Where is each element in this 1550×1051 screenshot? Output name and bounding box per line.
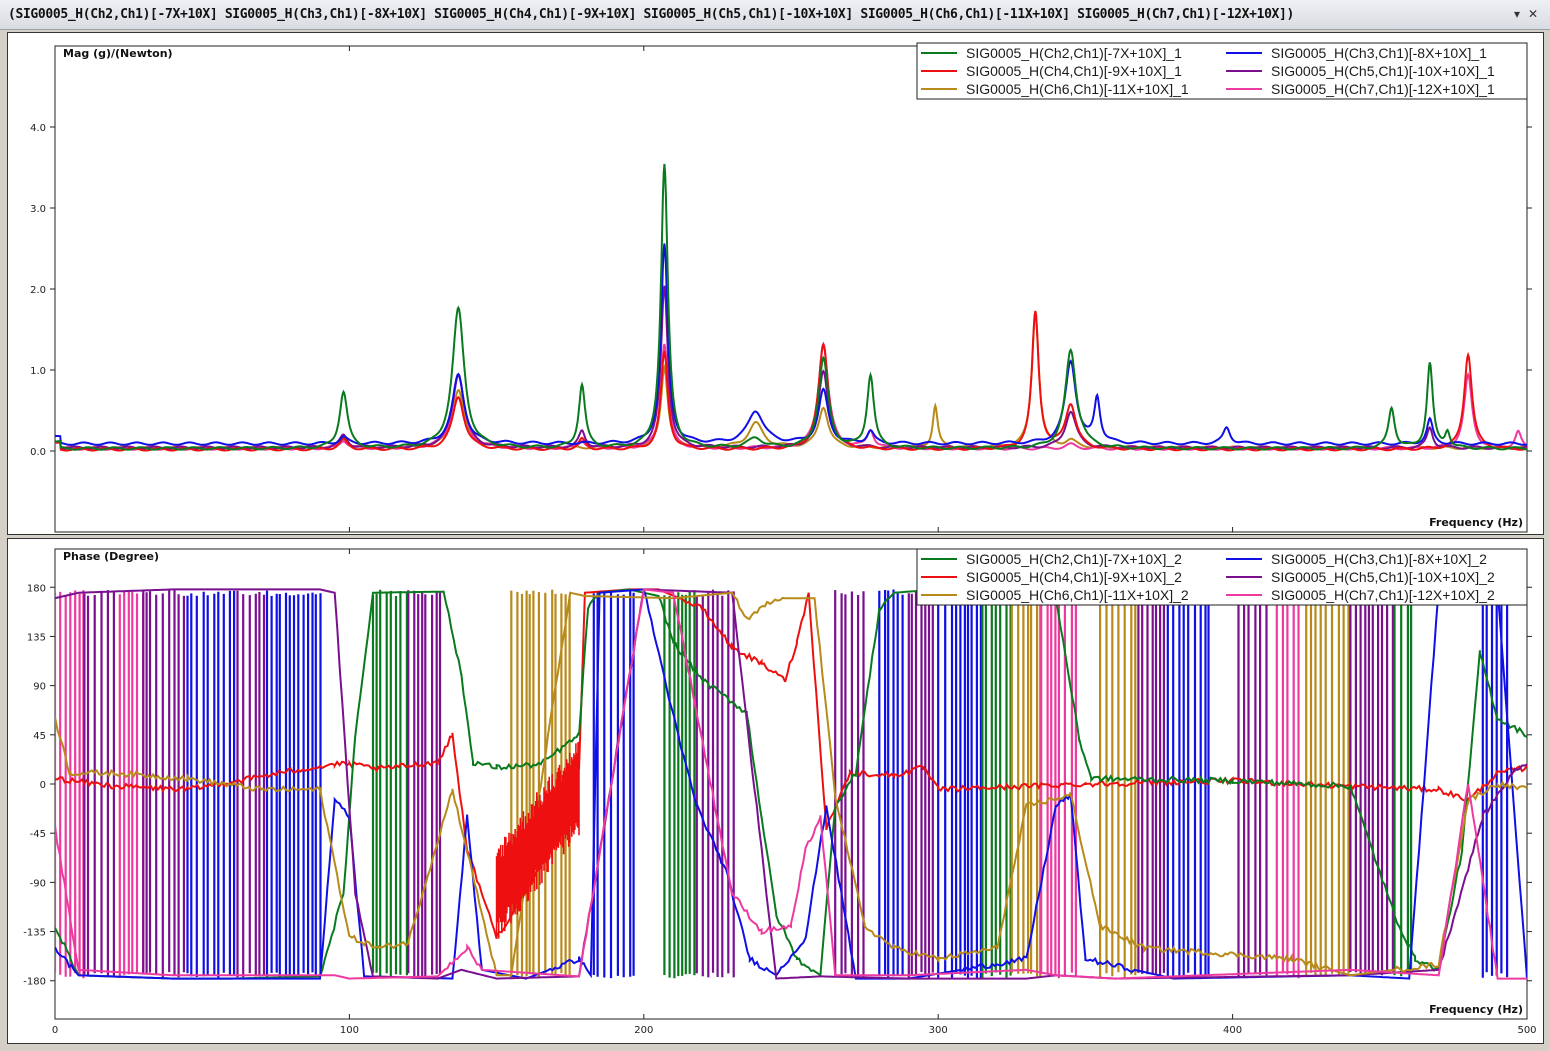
legend-label: SIG0005_H(Ch2,Ch1)[-7X+10X]_1 bbox=[966, 45, 1182, 61]
y-tick-label: 180 bbox=[27, 583, 46, 594]
magnitude-line-ch2 bbox=[55, 163, 1527, 451]
x-axis-title: Frequency (Hz) bbox=[1429, 516, 1523, 529]
legend-label: SIG0005_H(Ch4,Ch1)[-9X+10X]_2 bbox=[966, 569, 1182, 585]
phase-series bbox=[55, 588, 1527, 980]
dropdown-icon[interactable]: ▾ bbox=[1510, 6, 1524, 22]
magnitude-chart[interactable]: 0.0 1.0 2.0 3.0 4.0 Mag (g)/(Newton) Frequency… bbox=[8, 33, 1543, 534]
y-tick-label: -135 bbox=[23, 928, 46, 939]
phase-wrap-band-ch3 bbox=[937, 589, 982, 979]
x-tick-label: 100 bbox=[340, 1025, 359, 1036]
plot-area-border bbox=[54, 45, 1528, 533]
y-tick-label: 135 bbox=[27, 632, 46, 643]
title-bar: (SIG0005_H(Ch2,Ch1)[-7X+10X] SIG0005_H(C… bbox=[0, 0, 1550, 30]
phase-wrap-band-ch3 bbox=[1166, 590, 1210, 978]
legend-label: SIG0005_H(Ch3,Ch1)[-8X+10X]_1 bbox=[1271, 45, 1487, 61]
magnitude-line-ch6 bbox=[55, 310, 1527, 451]
phase-wrap-band-ch5 bbox=[695, 589, 735, 978]
magnitude-series bbox=[55, 163, 1527, 452]
y-tick-label: 45 bbox=[33, 731, 46, 742]
legend-label: SIG0005_H(Ch7,Ch1)[-12X+10X]_2 bbox=[1271, 587, 1495, 603]
phase-wrap-band-ch5 bbox=[142, 589, 185, 978]
phase-wrap-band-ch7 bbox=[55, 590, 85, 979]
x-tick-label: 400 bbox=[1223, 1025, 1242, 1036]
window-title: (SIG0005_H(Ch2,Ch1)[-7X+10X] SIG0005_H(C… bbox=[8, 7, 1294, 22]
y-axis-title: Mag (g)/(Newton) bbox=[63, 47, 173, 60]
frf-window: (SIG0005_H(Ch2,Ch1)[-7X+10X] SIG0005_H(C… bbox=[0, 0, 1550, 1051]
y-tick-label: 0 bbox=[40, 780, 46, 791]
legend-label: SIG0005_H(Ch6,Ch1)[-11X+10X]_2 bbox=[966, 587, 1189, 603]
phase-wrap-band-ch3 bbox=[265, 590, 322, 978]
phase-wrap-band-ch5 bbox=[1349, 589, 1394, 976]
phase-wrap-band-ch3 bbox=[878, 589, 904, 978]
y-axis-title: Phase (Degree) bbox=[63, 550, 159, 563]
phase-wrap-band-ch5 bbox=[907, 589, 934, 979]
magnitude-line-ch4 bbox=[55, 310, 1527, 452]
y-tick-label: 1.0 bbox=[30, 366, 46, 377]
x-axis-title: Frequency (Hz) bbox=[1429, 1003, 1523, 1016]
y-tick-label: 90 bbox=[33, 682, 46, 693]
phase-wrap-band-ch2 bbox=[371, 589, 408, 979]
magnitude-line-ch3 bbox=[55, 243, 1527, 446]
y-tick-label: 0.0 bbox=[30, 447, 46, 458]
phase-wrap-band-ch2 bbox=[1393, 589, 1413, 977]
x-tick-label: 300 bbox=[929, 1025, 948, 1036]
y-tick-label: -180 bbox=[23, 977, 46, 988]
legend-label: SIG0005_H(Ch7,Ch1)[-12X+10X]_1 bbox=[1271, 81, 1495, 97]
y-tick-label: 2.0 bbox=[30, 285, 46, 296]
legend-label: SIG0005_H(Ch2,Ch1)[-7X+10X]_2 bbox=[966, 551, 1182, 567]
legend-label: SIG0005_H(Ch4,Ch1)[-9X+10X]_1 bbox=[966, 63, 1182, 79]
x-tick-label: 500 bbox=[1517, 1025, 1536, 1036]
close-icon[interactable]: ✕ bbox=[1526, 6, 1540, 22]
phase-plot-panel[interactable]: 180 135 90 45 0 -45 -90 -135 -180 0 100 200 300 400 50… bbox=[7, 538, 1544, 1044]
y-tick-label: -45 bbox=[30, 829, 46, 840]
y-tick-label: 4.0 bbox=[30, 123, 46, 134]
legend-label: SIG0005_H(Ch5,Ch1)[-10X+10X]_2 bbox=[1271, 569, 1495, 585]
phase-wrap-band-ch3 bbox=[592, 589, 635, 979]
phase-wrap-band-ch5 bbox=[407, 590, 442, 979]
y-tick-label: -90 bbox=[30, 878, 46, 889]
magnitude-plot-panel[interactable]: 0.0 1.0 2.0 3.0 4.0 Mag (g)/(Newton) Frequency… bbox=[7, 32, 1544, 535]
legend-label: SIG0005_H(Ch6,Ch1)[-11X+10X]_1 bbox=[966, 81, 1189, 97]
x-tick-label: 200 bbox=[634, 1025, 653, 1036]
phase-chart[interactable]: 180 135 90 45 0 -45 -90 -135 -180 0 100 200 300 400 50… bbox=[8, 539, 1543, 1043]
magnitude-line-ch5 bbox=[55, 285, 1527, 450]
legend-label: SIG0005_H(Ch3,Ch1)[-8X+10X]_2 bbox=[1271, 551, 1487, 567]
magnitude-line-ch7 bbox=[55, 341, 1527, 451]
y-tick-label: 3.0 bbox=[30, 204, 46, 215]
phase-wrap-band-ch2 bbox=[663, 590, 696, 979]
legend-label: SIG0005_H(Ch5,Ch1)[-10X+10X]_1 bbox=[1271, 63, 1495, 79]
x-tick-label: 0 bbox=[52, 1025, 58, 1036]
